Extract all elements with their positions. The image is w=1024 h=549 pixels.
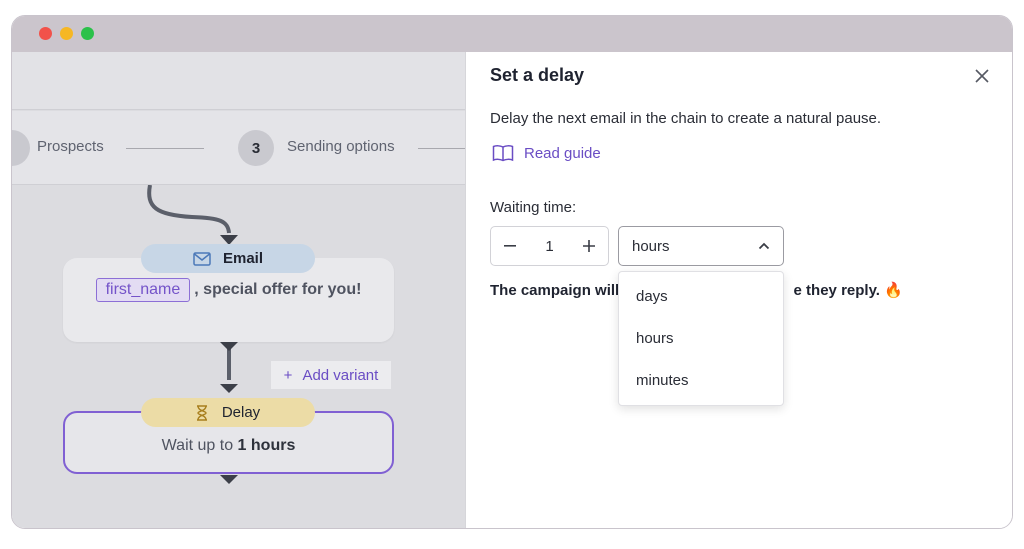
close-icon: [975, 69, 989, 83]
book-icon: [492, 145, 514, 162]
close-window-dot[interactable]: [39, 27, 52, 40]
email-node-subject: first_name, special offer for you!: [66, 277, 391, 302]
hourglass-icon: [196, 404, 207, 421]
delay-node-header[interactable]: Delay: [141, 398, 315, 427]
step-circle-sending-options[interactable]: 3: [238, 130, 274, 166]
app-window: Prospects 3 Sending options Email first_…: [11, 15, 1013, 529]
email-node-title: Email: [222, 250, 264, 267]
maximize-window-dot[interactable]: [81, 27, 94, 40]
quantity-value[interactable]: 1: [545, 238, 553, 255]
plus-icon: +: [283, 366, 293, 384]
add-variant-label: Add variant: [302, 366, 379, 384]
step-divider: [126, 148, 204, 149]
minus-icon: [504, 245, 516, 247]
panel-title: Set a delay: [490, 65, 585, 85]
increment-button[interactable]: [580, 237, 598, 255]
unit-select-value: hours: [632, 237, 670, 255]
step-divider: [418, 148, 465, 149]
step-label-prospects[interactable]: Prospects: [37, 138, 104, 155]
title-bar: [12, 16, 1012, 52]
arrow-down-icon: [220, 342, 238, 351]
email-subject-text: , special offer for you!: [194, 281, 362, 298]
unit-option-days[interactable]: days: [619, 276, 783, 318]
unit-option-hours[interactable]: hours: [619, 318, 783, 360]
envelope-icon: [193, 251, 211, 266]
flow-connector: [147, 185, 238, 245]
arrow-down-icon: [220, 384, 238, 393]
unit-select[interactable]: hours: [618, 226, 784, 266]
step-circle-prospects[interactable]: [12, 130, 30, 166]
panel-description: Delay the next email in the chain to cre…: [490, 110, 882, 127]
delay-node-text: Wait up to 1 hours: [161, 437, 296, 454]
read-guide-label: Read guide: [524, 144, 601, 162]
unit-option-minutes[interactable]: minutes: [619, 360, 783, 402]
chevron-up-icon: [758, 242, 770, 250]
email-node-header[interactable]: Email: [141, 244, 315, 273]
variable-tag[interactable]: first_name: [95, 278, 191, 302]
wizard-stepper: Prospects 3 Sending options: [12, 111, 465, 185]
step-label-sending-options[interactable]: Sending options: [287, 138, 395, 155]
decrement-button[interactable]: [501, 237, 519, 255]
add-variant-button[interactable]: + Add variant: [271, 361, 391, 389]
delay-node-value: 1 hours: [237, 437, 296, 454]
quantity-stepper[interactable]: 1: [490, 226, 609, 266]
read-guide-link[interactable]: Read guide: [492, 144, 601, 162]
delay-node-title: Delay: [221, 404, 261, 421]
minimize-window-dot[interactable]: [60, 27, 73, 40]
unit-dropdown-menu: days hours minutes: [618, 271, 784, 406]
fire-icon: 🔥: [884, 282, 903, 299]
waiting-time-label: Waiting time:: [490, 199, 577, 216]
canvas-header: [12, 52, 465, 110]
set-delay-panel: Set a delay Delay the next email in the …: [465, 52, 1012, 528]
arrow-down-icon: [220, 475, 238, 484]
sequence-canvas: Prospects 3 Sending options Email first_…: [12, 52, 465, 528]
close-panel-button[interactable]: [972, 66, 992, 86]
plus-icon: [583, 240, 595, 252]
